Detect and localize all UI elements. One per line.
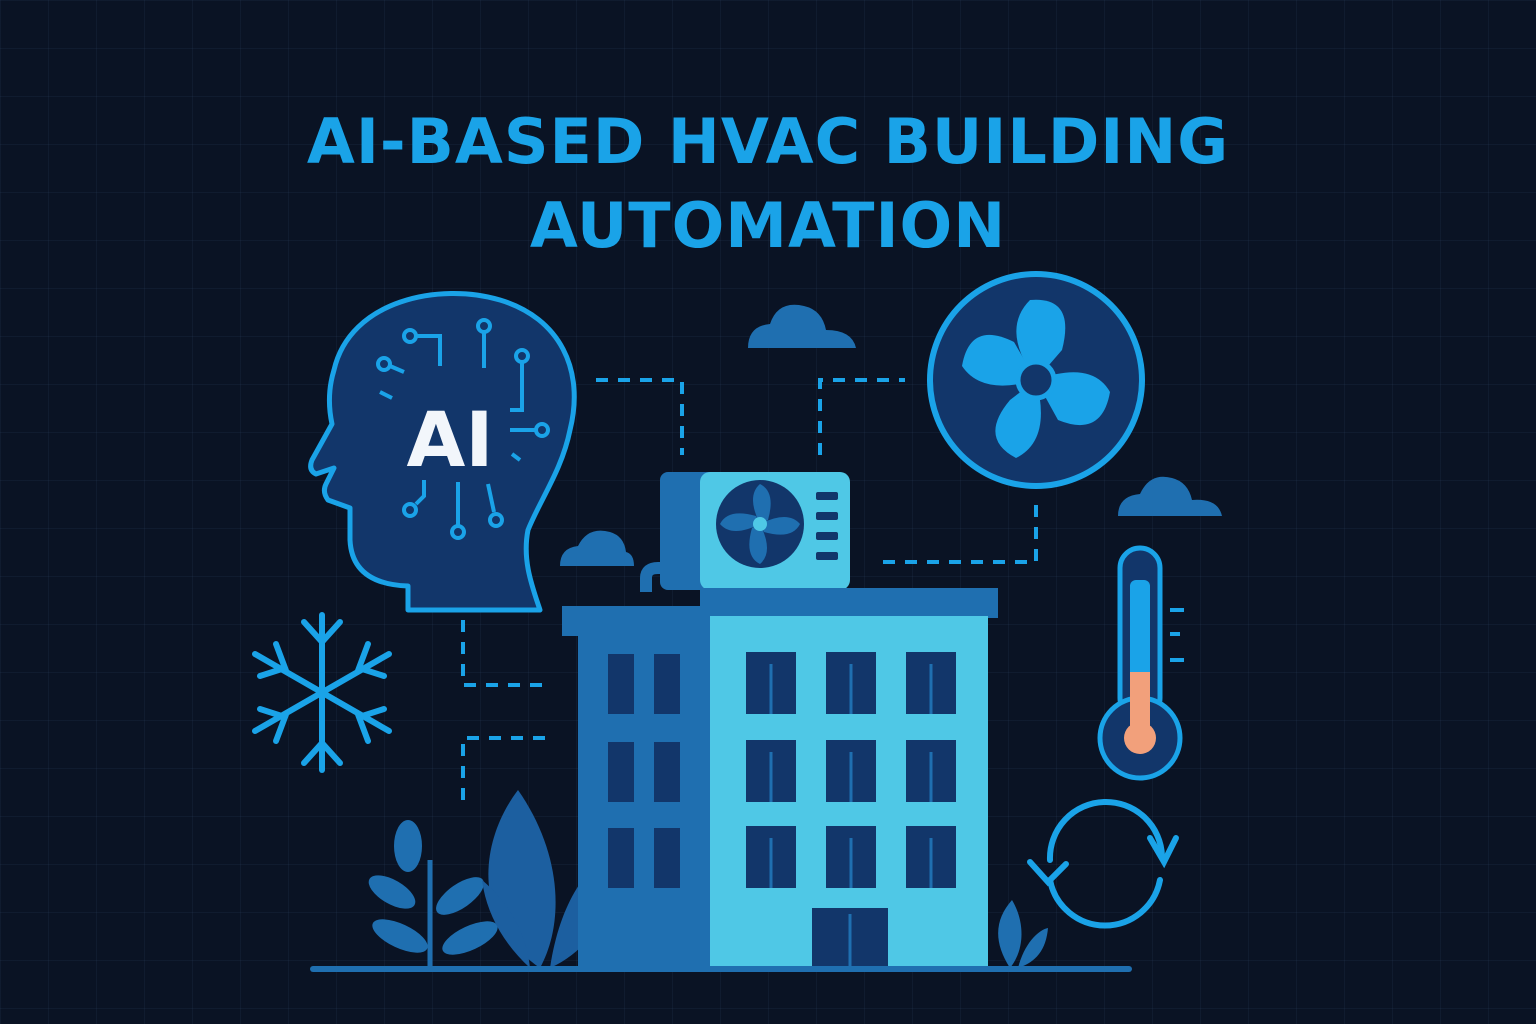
ac-unit-icon (640, 472, 850, 592)
fan-icon (927, 271, 1145, 489)
cloud-icon (560, 530, 634, 566)
refresh-cycle-icon (1027, 798, 1179, 929)
ground-line (310, 966, 1132, 972)
ai-head-icon: AI (308, 291, 577, 613)
thermometer-icon (1097, 545, 1184, 781)
cloud-icon (1118, 476, 1222, 516)
plant-icon (998, 900, 1048, 968)
building-icon (562, 588, 998, 968)
cloud-icon (748, 304, 856, 348)
illustration: AI (252, 271, 1222, 972)
snowflake-icon (252, 612, 392, 773)
ai-badge-text: AI (406, 395, 493, 484)
plant-icon (368, 820, 498, 968)
